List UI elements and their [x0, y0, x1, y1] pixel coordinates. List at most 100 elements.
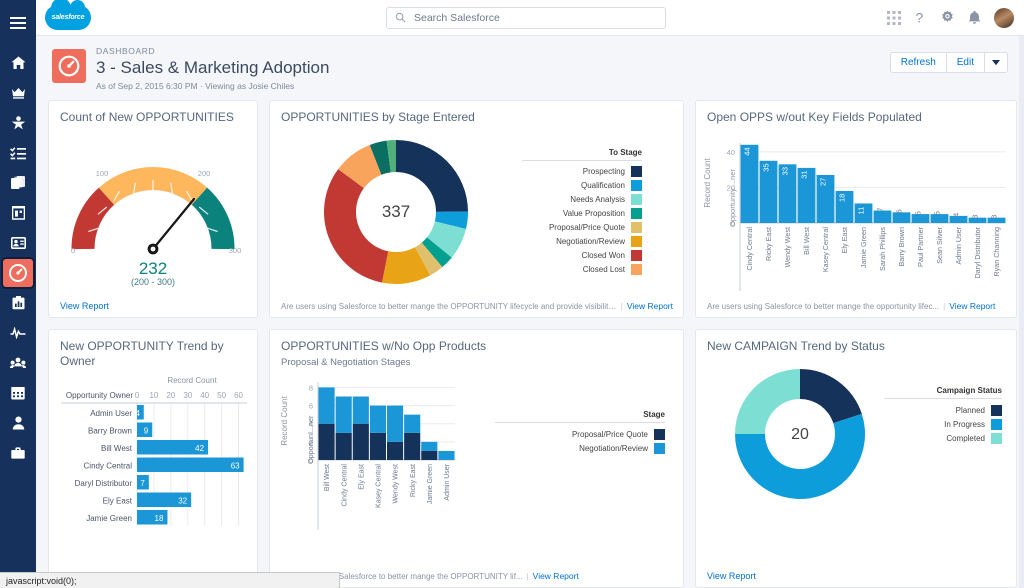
stacked-bar-segment[interactable] [319, 387, 335, 423]
refresh-button[interactable]: Refresh [890, 52, 947, 73]
legend-row[interactable]: In Progress [884, 417, 1002, 431]
global-search[interactable] [386, 7, 666, 29]
legend-swatch [631, 264, 642, 275]
gauge-tick-0: 0 [71, 246, 75, 255]
legend-label: Negotiation/Review [579, 444, 648, 453]
app-launcher-icon[interactable] [887, 11, 901, 25]
sidebar-item-tasks[interactable] [0, 138, 36, 168]
sidebar-item-reports[interactable] [0, 288, 36, 318]
more-actions-dropdown[interactable] [985, 52, 1008, 73]
dashboard-grid: Count of New OPPORTUNITIES [36, 100, 1024, 588]
bar[interactable] [137, 458, 244, 473]
sidebar-item-briefcase[interactable] [0, 438, 36, 468]
legend-label: Closed Lost [583, 265, 625, 274]
panel-description: Are users using Salesforce to better man… [281, 302, 617, 311]
x-axis-label: Opportunity ...ner [728, 169, 737, 227]
sidebar-item-building[interactable] [0, 198, 36, 228]
stacked-bar-segment[interactable] [370, 433, 386, 460]
bar-value: 4 [952, 213, 961, 217]
sidebar-item-calendar[interactable] [0, 378, 36, 408]
panel-title: Open OPPS w/out Key Fields Populated [696, 101, 1016, 127]
hamburger-icon[interactable] [0, 6, 36, 40]
legend-row[interactable]: Negotiation/Review [495, 441, 665, 455]
stacked-bar-segment[interactable] [438, 451, 454, 460]
edit-button[interactable]: Edit [947, 52, 985, 73]
bar-value: 18 [155, 514, 164, 523]
panel-title: OPPORTUNITIES w/No Opp Products [270, 330, 683, 356]
view-report-link[interactable]: View Report [707, 571, 756, 581]
gauge-tick-100: 100 [96, 169, 109, 178]
sidebar-item-files[interactable] [0, 168, 36, 198]
y-axis-tick: Admin User [90, 409, 132, 418]
stacked-bar-segment[interactable] [370, 406, 386, 433]
y-axis-tick: Barry Brown [88, 427, 132, 436]
stacked-bar-segment[interactable] [336, 433, 352, 460]
panel-opportunities-with-no-opp-products: OPPORTUNITIES w/No Opp Products Proposal… [269, 329, 684, 588]
question-mark-icon[interactable]: ? [914, 10, 927, 25]
legend-row[interactable]: Qualification [522, 179, 642, 193]
bell-icon[interactable] [968, 10, 981, 25]
view-report-link[interactable]: View Report [60, 301, 109, 311]
stacked-bar-segment[interactable] [404, 415, 420, 433]
x-axis-tick: Sean Silver [935, 226, 944, 263]
view-report-link[interactable]: View Report [949, 301, 995, 311]
x-axis-tick: Admin User [954, 226, 963, 264]
stacked-bar-segment[interactable] [421, 442, 437, 451]
sidebar-item-home[interactable] [0, 48, 36, 78]
legend-row[interactable]: Negotiation/Review [522, 235, 642, 249]
gear-icon[interactable] [940, 10, 955, 25]
x-axis-tick: 60 [234, 391, 243, 400]
legend-row[interactable]: Prospecting [522, 165, 642, 179]
stacked-bar-segment[interactable] [336, 397, 352, 433]
page-scrollbar[interactable] [1019, 36, 1024, 588]
legend-row[interactable]: Closed Won [522, 249, 642, 263]
legend-label: Value Proposition [563, 209, 625, 218]
legend-row[interactable]: Proposal/Price Quote [522, 221, 642, 235]
legend-row[interactable]: Value Proposition [522, 207, 642, 221]
panel-title: Count of New OPPORTUNITIES [49, 101, 257, 127]
sidebar-item-groups[interactable] [0, 348, 36, 378]
legend-row[interactable]: Needs Analysis [522, 193, 642, 207]
svg-text:?: ? [916, 10, 924, 25]
legend-swatch [631, 194, 642, 205]
salesforce-logo[interactable]: salesforce [44, 4, 92, 32]
legend-row[interactable]: Planned [884, 403, 1002, 417]
view-report-link[interactable]: View Report [533, 571, 579, 581]
campaign-donut-body: 20 Campaign Status PlannedIn ProgressCom… [696, 356, 1016, 567]
stacked-bar-segment[interactable] [319, 424, 335, 460]
stacked-bar-segment[interactable] [353, 397, 369, 424]
stacked-bar-segment[interactable] [421, 451, 437, 460]
avatar[interactable] [994, 8, 1014, 28]
sidebar-item-contact-card[interactable] [0, 228, 36, 258]
sidebar-item-crown[interactable] [0, 78, 36, 108]
stacked-bar-segment[interactable] [353, 424, 369, 460]
donut-slice[interactable] [324, 169, 388, 283]
legend-swatch [631, 236, 642, 247]
search-input[interactable] [414, 12, 657, 24]
legend-row[interactable]: Proposal/Price Quote [495, 427, 665, 441]
stacked-bar-segment[interactable] [404, 433, 420, 460]
x-axis-tick: Ryan Channing [992, 227, 1001, 277]
sidebar-item-person[interactable] [0, 408, 36, 438]
stacked-bar-segment[interactable] [387, 406, 403, 442]
legend-label: Prospecting [583, 167, 625, 176]
donut-slice[interactable] [800, 369, 862, 423]
view-report-link[interactable]: View Report [627, 301, 673, 311]
donut-slice[interactable] [735, 369, 800, 434]
sidebar-item-star-person[interactable] [0, 108, 36, 138]
search-icon [395, 12, 406, 23]
campaign-legend: Campaign Status PlannedIn ProgressComple… [884, 386, 1002, 445]
stage-legend-2: Stage Proposal/Price QuoteNegotiation/Re… [495, 410, 665, 567]
legend-row[interactable]: Completed [884, 431, 1002, 445]
legend-swatch [631, 250, 642, 261]
gauge-value: 232 [139, 259, 167, 278]
gauge-tick-300: 300 [229, 246, 242, 255]
bar-value: 35 [762, 163, 771, 171]
sidebar-item-activity[interactable] [0, 318, 36, 348]
x-axis-tick: Wendy West [783, 227, 792, 267]
sidebar-item-dashboard[interactable] [0, 258, 36, 288]
legend-row[interactable]: Closed Lost [522, 263, 642, 277]
panel-title: OPPORTUNITIES by Stage Entered [270, 101, 683, 127]
x-axis-tick: Ricky East [410, 464, 417, 497]
stacked-bar-segment[interactable] [387, 442, 403, 460]
